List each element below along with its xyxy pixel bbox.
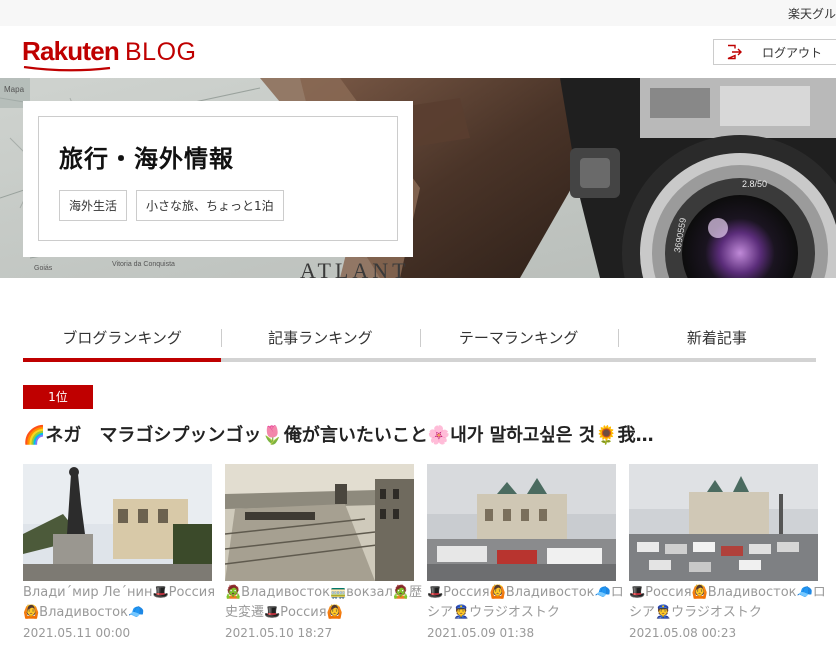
tab-theme-ranking[interactable]: テーマランキング	[419, 322, 618, 358]
subcategory-tag[interactable]: 小さな旅、ちょっと1泊	[136, 190, 284, 221]
logo-blog: BLOG	[124, 38, 197, 66]
article-date: 2021.05.08 00:23	[629, 626, 737, 640]
category-hero: Mapa Goiás Vitoria da Conquista ATLANT 2…	[0, 78, 836, 278]
group-bar: 楽天グル	[0, 0, 836, 26]
ranking-tabs: ブログランキング 記事ランキング テーマランキング 新着記事	[23, 322, 816, 362]
hero-map-label: Vitoria da Conquista	[112, 261, 175, 268]
category-title: 旅行・海外情報	[59, 145, 234, 173]
logo-swoosh	[23, 66, 111, 72]
hero-map-label: Goiás	[34, 265, 53, 272]
article-date: 2021.05.10 18:27	[225, 626, 333, 640]
article-thumbnail[interactable]	[225, 464, 414, 581]
logout-button[interactable]: ログアウト	[713, 39, 836, 65]
tab-new-articles[interactable]: 新着記事	[617, 322, 816, 358]
subcategory-tags: 海外生活 小さな旅、ちょっと1泊	[59, 190, 284, 221]
article-card[interactable]: 🎩Россия🙆Владивосток🧢ロシア👮ウラジオストク 2021.05.…	[427, 464, 624, 640]
tab-article-ranking[interactable]: 記事ランキング	[221, 322, 419, 358]
article-title: 🧟Владивосток🚃вокзал🧟歴史変遷🎩Россия🙆	[225, 585, 422, 620]
article-card[interactable]: 🎩Россия🙆Владивосток🧢ロシア👮ウラジオストク 2021.05.…	[629, 464, 826, 640]
hero-map-label: Mapa	[4, 85, 25, 94]
article-date: 2021.05.11 00:00	[23, 626, 131, 640]
tab-blog-ranking[interactable]: ブログランキング	[23, 322, 222, 362]
ranked-blog-title[interactable]: 🌈ネガ マラゴシプッンゴッ🌷俺が言いたいこと🌸내가 말하고싶은 것🌻我…	[23, 421, 783, 447]
rank-badge: 1位	[23, 385, 93, 409]
rakuten-group-link[interactable]: 楽天グル	[788, 5, 836, 22]
rakuten-blog-logo[interactable]: Rakuten BLOG	[22, 36, 197, 72]
subcategory-tag[interactable]: 海外生活	[59, 190, 128, 221]
article-card[interactable]: 🧟Владивосток🚃вокзал🧟歴史変遷🎩Россия🙆 2021.05…	[225, 464, 422, 640]
article-thumbnail[interactable]	[427, 464, 616, 581]
article-title: 🎩Россия🙆Владивосток🧢ロシア👮ウラジオストク	[629, 585, 826, 620]
category-card-border: 旅行・海外情報 海外生活 小さな旅、ちょっと1泊	[38, 116, 398, 241]
category-card: 旅行・海外情報 海外生活 小さな旅、ちょっと1泊	[23, 101, 413, 257]
article-title: 🎩Россия🙆Владивосток🧢ロシア👮ウラジオストク	[427, 585, 624, 620]
logout-label: ログアウト	[762, 45, 823, 60]
article-date: 2021.05.09 01:38	[427, 626, 535, 640]
hero-map-label: ATLANT	[300, 258, 410, 278]
logout-icon	[727, 44, 742, 60]
article-card[interactable]: Влади´мир Ле´нин🎩Россия🙆Владивосток🧢 202…	[23, 464, 215, 640]
article-thumbnail[interactable]	[23, 464, 212, 581]
article-thumbnail[interactable]	[629, 464, 818, 581]
site-header: Rakuten BLOG ログアウト	[0, 26, 836, 78]
article-title: Влади´мир Ле´нин🎩Россия🙆Владивосток🧢	[23, 585, 216, 620]
hero-lens-label: 2.8/50	[742, 179, 767, 189]
logo-brand: Rakuten	[22, 36, 120, 66]
